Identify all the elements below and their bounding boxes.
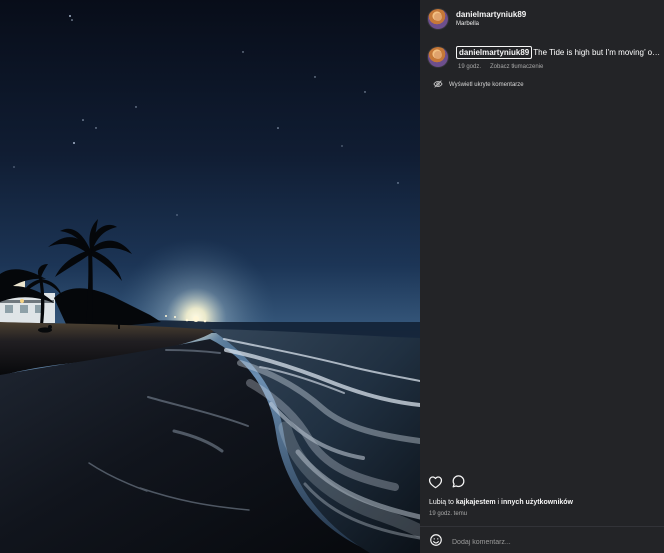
heart-icon <box>428 475 443 494</box>
instagram-post-viewer: danielmartyniuk89 Marbella danielmartyni… <box>0 0 664 553</box>
author-avatar[interactable] <box>428 9 448 29</box>
likes-middle: i <box>497 499 500 506</box>
eye-off-icon <box>433 79 443 91</box>
post-location[interactable]: Marbella <box>456 21 479 27</box>
comment-svg <box>452 475 464 488</box>
translate-link[interactable]: Zobacz tłumaczenie <box>490 64 543 70</box>
heart-svg <box>428 475 442 488</box>
liked-by-user[interactable]: kajkajestem <box>456 499 496 506</box>
comment-input[interactable] <box>452 535 572 549</box>
hidden-comments-label: Wyświetl ukryte komentarze <box>449 82 524 88</box>
show-hidden-comments[interactable]: Wyświetl ukryte komentarze <box>433 79 524 91</box>
emoji-button[interactable] <box>427 533 445 551</box>
caption-text: The Tide is high but I’m moving’ on… <box>533 48 661 57</box>
emoji-icon <box>429 533 443 552</box>
posted-time[interactable]: 19 godz. temu <box>429 511 467 517</box>
author-username[interactable]: danielmartyniuk89 <box>456 10 526 19</box>
caption-avatar[interactable] <box>428 47 448 67</box>
likes-prefix: Lubią to <box>429 499 454 506</box>
eye-off-svg <box>433 80 443 88</box>
likes-summary: Lubią to kajkajestem i innych użytkownik… <box>429 499 573 506</box>
post-caption: danielmartyniuk89 The Tide is high but I’… <box>456 46 661 60</box>
comment-bubble-icon <box>451 474 466 494</box>
emoji-svg <box>430 533 442 546</box>
caption-time: 19 godz. <box>458 64 482 70</box>
like-button[interactable] <box>426 475 444 493</box>
comment-divider <box>420 526 664 527</box>
night-beach-photo <box>0 0 420 553</box>
comment-button[interactable] <box>449 475 467 493</box>
liked-by-others[interactable]: innych użytkowników <box>501 499 573 506</box>
caption-username[interactable]: danielmartyniuk89 <box>456 46 533 59</box>
post-photo[interactable] <box>0 0 420 553</box>
